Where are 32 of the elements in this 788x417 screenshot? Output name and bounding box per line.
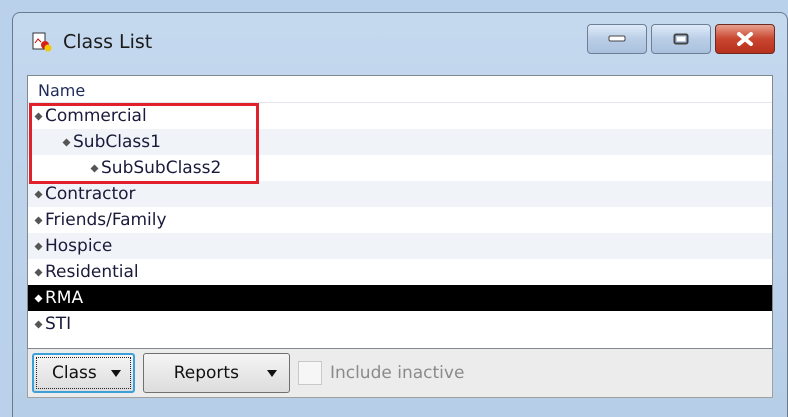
maximize-icon: [673, 33, 689, 45]
close-icon: [735, 32, 755, 46]
caret-icon: [110, 370, 121, 376]
close-button[interactable]: [715, 24, 775, 54]
dropdown-button[interactable]: Class: [32, 353, 135, 393]
list-item[interactable]: Contractor: [28, 181, 772, 207]
diamond-icon: [34, 190, 43, 198]
list-item[interactable]: SubClass1: [28, 129, 772, 155]
minimize-button[interactable]: [587, 24, 647, 54]
caret-icon: [266, 370, 277, 376]
list-item[interactable]: RMA: [28, 285, 772, 311]
list-item[interactable]: Hospice: [28, 233, 772, 259]
list-item[interactable]: Friends/Family: [28, 207, 772, 233]
diamond-icon: [34, 112, 43, 120]
diamond-icon: [34, 242, 43, 250]
diamond-icon: [34, 294, 43, 302]
maximize-button[interactable]: [651, 24, 711, 54]
list-icon: [31, 31, 53, 53]
dropdown-button[interactable]: Reports: [142, 353, 290, 393]
list-item[interactable]: Residential: [28, 259, 772, 285]
list-item[interactable]: STI: [28, 311, 772, 337]
window-title: Class List: [63, 31, 154, 53]
diamond-icon: [34, 216, 43, 224]
list-item[interactable]: Commercial: [28, 103, 772, 129]
diamond-icon: [34, 268, 43, 276]
column-header[interactable]: Name: [28, 76, 772, 103]
diamond-icon: [62, 138, 71, 146]
checkbox-label: Include inactive: [330, 363, 464, 383]
minimize-icon: [608, 35, 626, 43]
diamond-icon: [90, 164, 99, 172]
list-item[interactable]: SubSubClass2: [28, 155, 772, 181]
diamond-icon: [34, 320, 43, 328]
